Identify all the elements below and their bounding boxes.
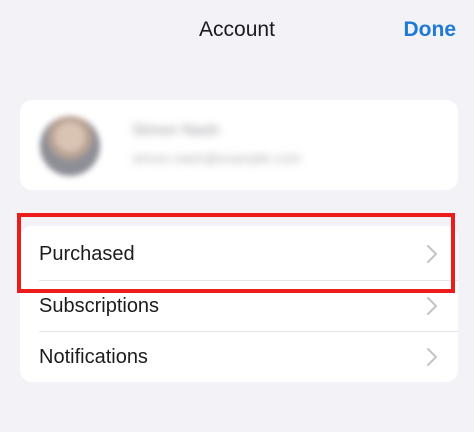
profile-email: simon.nash@example.com bbox=[132, 150, 302, 166]
menu-item-notifications[interactable]: Notifications bbox=[20, 331, 458, 383]
profile-card[interactable]: Simon Nash simon.nash@example.com bbox=[20, 100, 458, 190]
avatar bbox=[40, 116, 100, 176]
menu-item-purchased[interactable]: Purchased bbox=[20, 228, 458, 280]
menu-item-label: Subscriptions bbox=[39, 295, 160, 317]
navigation-bar: Account Done bbox=[0, 0, 474, 62]
menu-item-label: Notifications bbox=[39, 346, 148, 368]
done-button[interactable]: Done bbox=[404, 18, 457, 42]
chevron-right-icon bbox=[427, 245, 437, 263]
menu-item-label: Purchased bbox=[39, 243, 135, 265]
menu-item-subscriptions[interactable]: Subscriptions bbox=[20, 280, 458, 332]
account-menu: Purchased Subscriptions Notifications bbox=[20, 226, 458, 382]
chevron-right-icon bbox=[427, 348, 437, 366]
chevron-right-icon bbox=[427, 297, 437, 315]
profile-name: Simon Nash bbox=[132, 122, 220, 139]
